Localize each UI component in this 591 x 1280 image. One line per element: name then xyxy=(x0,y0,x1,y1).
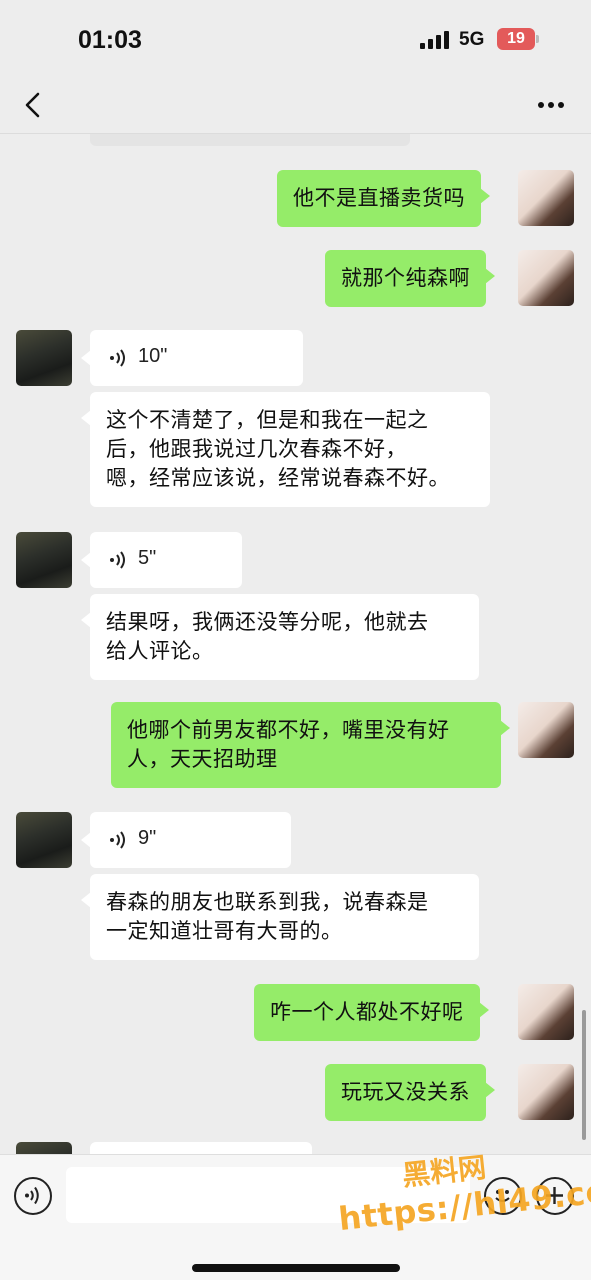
voice-wave-icon xyxy=(110,831,125,849)
network-type: 5G xyxy=(459,29,485,50)
voice-wave-icon xyxy=(110,551,125,569)
cellular-signal-icon xyxy=(420,31,450,49)
message-line: 他哪个前男友都不好，嘴里没有好 xyxy=(127,719,450,742)
message-line: 人，天天招助理 xyxy=(127,748,278,771)
my-avatar[interactable] xyxy=(518,1064,574,1120)
message-outgoing[interactable]: 咋一个人都处不好呢 xyxy=(254,984,488,1041)
message-incoming[interactable]: 春森的朋友也联系到我，说春森是 一定知道壮哥有大哥的。 xyxy=(81,874,479,960)
more-dots-icon xyxy=(538,102,564,108)
message-line: 一定知道壮哥有大哥的。 xyxy=(106,920,343,943)
scrollbar[interactable] xyxy=(582,1010,586,1140)
my-avatar[interactable] xyxy=(518,170,574,226)
message-line: 这个不清楚了，但是和我在一起之 xyxy=(106,409,429,432)
message-line: 结果呀，我俩还没等分呢，他就去 xyxy=(106,611,429,634)
message-outgoing[interactable]: 他哪个前男友都不好，嘴里没有好 人，天天招助理 xyxy=(111,702,510,788)
message-incoming[interactable]: 这个不清楚了，但是和我在一起之 后，他跟我说过几次春森不好， 嗯，经常应该说，经… xyxy=(81,392,490,507)
message-line: 给人评论。 xyxy=(106,640,214,663)
my-avatar[interactable] xyxy=(518,984,574,1040)
battery-icon: 19 xyxy=(497,28,535,50)
contact-avatar[interactable] xyxy=(16,1142,72,1154)
message-outgoing[interactable]: 玩玩又没关系 xyxy=(325,1064,495,1121)
my-avatar[interactable] xyxy=(518,250,574,306)
chat-messages[interactable]: 他不是直播卖货吗 就那个纯森啊 10" 这个不清楚了，但是和我在一起之 后，他跟… xyxy=(0,134,591,1154)
message-outgoing[interactable]: 就那个纯森啊 xyxy=(325,250,495,307)
message-incoming[interactable]: 结果呀，我俩还没等分呢，他就去 给人评论。 xyxy=(81,594,479,680)
partial-message xyxy=(90,134,410,146)
message-line: 嗯，经常应该说，经常说春森不好。 xyxy=(106,467,450,490)
voice-message[interactable]: 9" xyxy=(81,812,291,868)
chevron-left-icon xyxy=(25,92,40,118)
battery-level: 19 xyxy=(507,30,525,47)
more-button[interactable] xyxy=(534,92,568,118)
home-indicator[interactable] xyxy=(192,1264,400,1272)
voice-message[interactable]: 10" xyxy=(81,330,303,386)
contact-avatar[interactable] xyxy=(16,532,72,588)
voice-duration: 9" xyxy=(138,827,157,849)
status-bar: 01:03 5G 19 xyxy=(0,0,591,78)
battery-tip xyxy=(536,35,539,43)
message-outgoing[interactable]: 他不是直播卖货吗 xyxy=(277,170,490,227)
voice-wave-icon xyxy=(110,349,125,367)
message-line: 后，他跟我说过几次春森不好， xyxy=(106,438,407,461)
chat-header xyxy=(0,78,591,134)
voice-mode-icon xyxy=(25,1186,39,1205)
back-button[interactable] xyxy=(18,88,48,122)
contact-avatar[interactable] xyxy=(16,330,72,386)
voice-duration: 10" xyxy=(138,345,168,367)
contact-avatar[interactable] xyxy=(16,812,72,868)
voice-message-partial[interactable] xyxy=(90,1142,312,1154)
voice-mode-button[interactable] xyxy=(14,1177,52,1215)
status-time: 01:03 xyxy=(78,26,142,54)
voice-duration: 5" xyxy=(138,547,157,569)
my-avatar[interactable] xyxy=(518,702,574,758)
message-line: 春森的朋友也联系到我，说春森是 xyxy=(106,891,429,914)
voice-message[interactable]: 5" xyxy=(81,532,242,588)
